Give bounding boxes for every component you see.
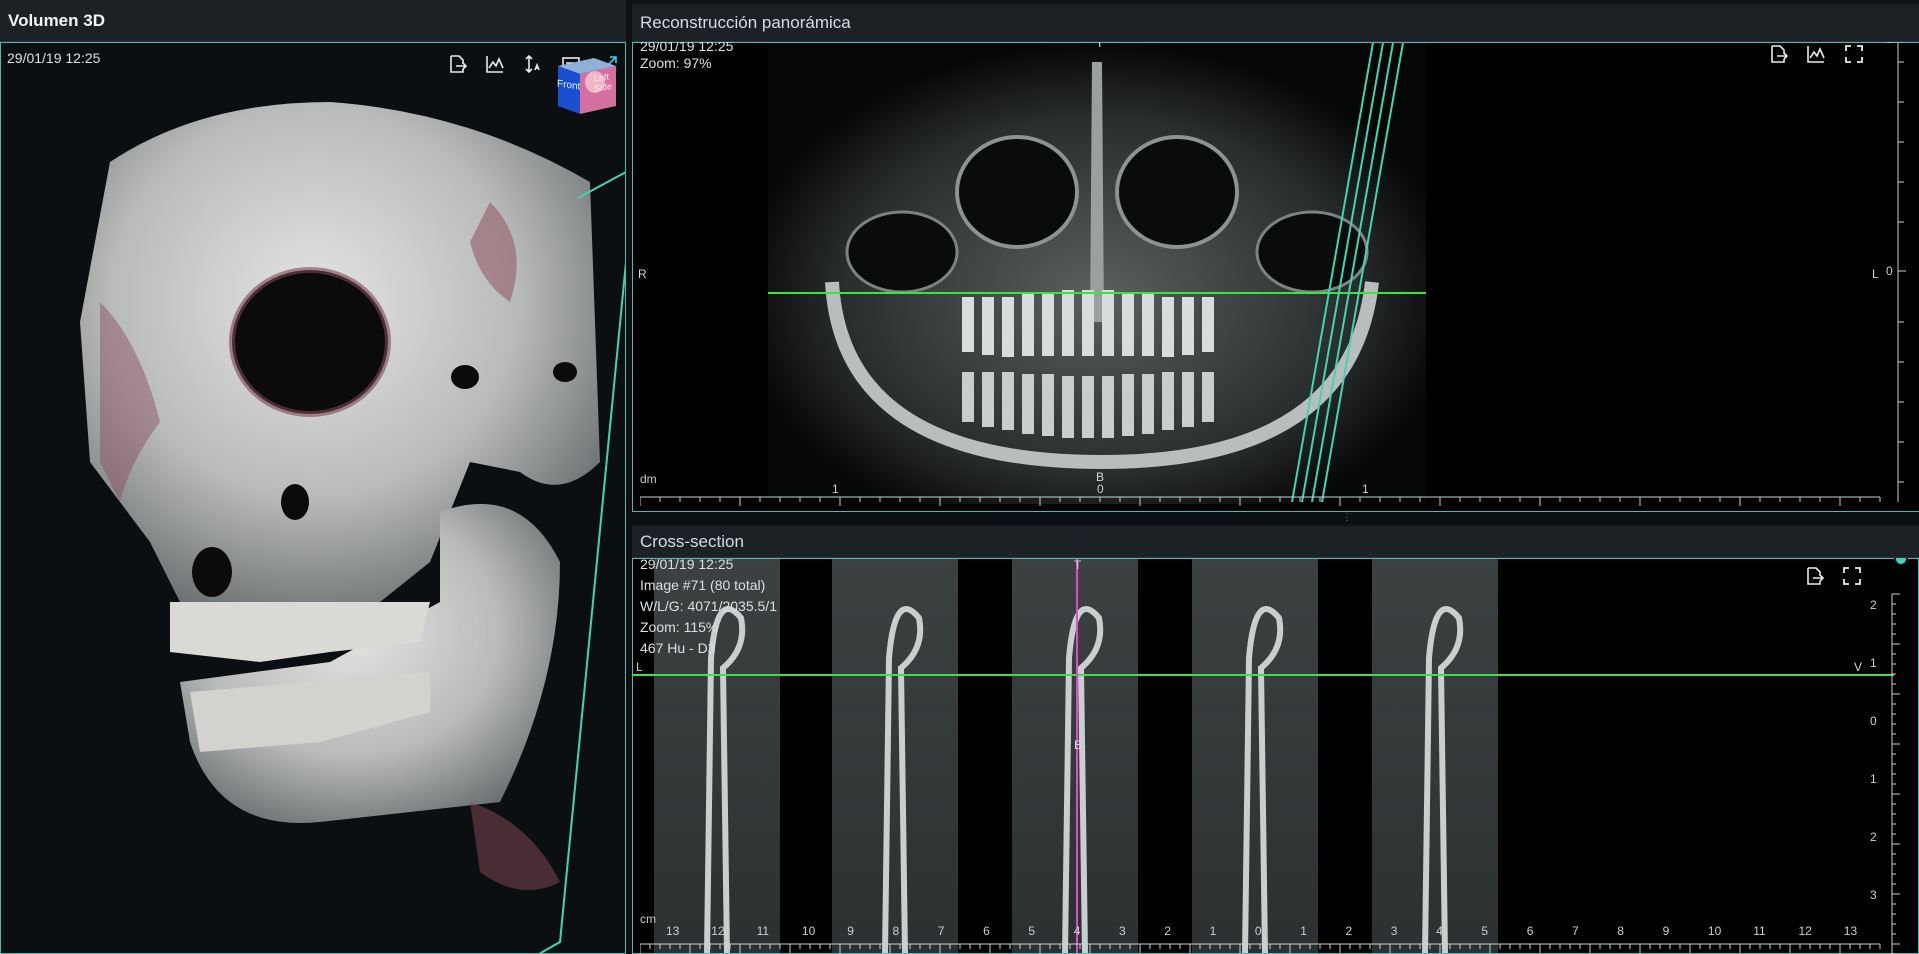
- export-icon[interactable]: [445, 52, 469, 76]
- cross-density: 467 Hu - D3: [640, 640, 716, 656]
- cross-section-info: 29/01/19 12:25 Image #71 (80 total) W/L/…: [640, 558, 777, 659]
- histogram-icon[interactable]: [483, 52, 507, 76]
- cross-tick-label: 11: [1753, 924, 1766, 938]
- cross-tick-label: 7: [937, 924, 945, 938]
- volume-3d-viewport[interactable]: 29/01/19 12:25 Front Left Side: [0, 42, 626, 954]
- cross-tick-label: 5: [1028, 924, 1036, 938]
- cross-unit: cm: [640, 912, 656, 926]
- pano-vertical-ruler: [1897, 42, 1906, 502]
- cross-window-level: W/L/G: 4071/2035.5/1: [640, 598, 777, 614]
- cross-section-title: Cross-section: [640, 531, 744, 551]
- pano-orient-left: R: [638, 267, 647, 281]
- cross-tick-label: 9: [847, 924, 854, 938]
- cross-tick-label: 1: [1300, 924, 1307, 938]
- volume-3d-header: Volumen 3D: [0, 0, 626, 42]
- cross-orient-right: V: [1854, 660, 1863, 674]
- cross-vtick-label: 2: [1870, 598, 1877, 612]
- cross-vtick-label: 1: [1870, 772, 1877, 786]
- pano-horizontal-ruler: [640, 496, 1881, 506]
- cross-tick-label: 13: [666, 924, 680, 938]
- panoramic-header: Reconstrucción panorámica: [632, 4, 1919, 42]
- cross-tick-label: 4: [1436, 924, 1443, 938]
- cross-tick-label: 11: [756, 924, 770, 938]
- cross-tick-label: 0: [1254, 924, 1262, 938]
- cross-tick-label: 3: [1390, 924, 1398, 938]
- cross-tick-label: 8: [1617, 924, 1624, 938]
- cross-tick-label: 4: [1073, 924, 1081, 938]
- cross-vertical-ruler: [1891, 593, 1900, 954]
- cross-tick-label: 8: [892, 924, 900, 938]
- cross-orient-left: L: [636, 660, 643, 674]
- cross-tick-label: 10: [801, 924, 816, 938]
- pano-right-zero: 0: [1886, 264, 1893, 278]
- cross-vtick-label: 2: [1870, 830, 1877, 844]
- cross-horizontal-ruler: [640, 943, 1881, 953]
- volume-3d-panel: Volumen 3D 29/01/19 12:25 Front Left Sid…: [0, 0, 626, 954]
- panoramic-viewport[interactable]: 29/01/19 12:25 Zoom: 97% T B R L 0 dm 1 …: [632, 42, 1919, 512]
- fullscreen-icon[interactable]: [1842, 42, 1866, 66]
- horizontal-splitter[interactable]: ⋮: [632, 512, 1919, 524]
- histogram-icon[interactable]: [1804, 42, 1828, 66]
- pano-right-unit: dm: [1886, 42, 1903, 46]
- cross-vtick-label: 0: [1870, 714, 1877, 728]
- cross-tick-label: 1: [1209, 924, 1217, 938]
- cross-tick-label: 6: [983, 924, 990, 938]
- cross-image-index: Image #71 (80 total): [640, 577, 766, 593]
- skull-render: [80, 102, 626, 954]
- cross-tick-label: 7: [1572, 924, 1579, 938]
- cross-tick-label: 12: [1798, 924, 1812, 938]
- pano-unit: dm: [640, 472, 657, 486]
- cross-tick-label: 3: [1119, 924, 1126, 938]
- cross-tick-label: 5: [1481, 924, 1489, 938]
- cube-side-label: Left Side: [594, 71, 613, 94]
- panoramic-zoom: Zoom: 97%: [640, 55, 712, 71]
- cross-section-panel: Cross-section 29/01/19 12:25 Image #71 (…: [632, 524, 1919, 954]
- volume-3d-timestamp: 29/01/19 12:25: [7, 50, 101, 66]
- cross-timestamp: 29/01/19 12:25: [640, 558, 734, 572]
- pano-orient-top: T: [1096, 42, 1104, 50]
- panoramic-title: Reconstrucción panorámica: [640, 12, 851, 32]
- cross-section-images: [632, 558, 1894, 954]
- cross-section-viewport[interactable]: 29/01/19 12:25 Image #71 (80 total) W/L/…: [632, 558, 1919, 954]
- volume-3d-title: Volumen 3D: [8, 10, 105, 30]
- panoramic-image: [768, 42, 1426, 504]
- cross-orient-top: T: [1074, 558, 1082, 572]
- export-icon[interactable]: [1766, 42, 1790, 66]
- pano-tick-label: 0: [1097, 482, 1104, 496]
- pano-orient-right: L: [1872, 267, 1879, 281]
- cross-tick-label: 13: [1843, 924, 1858, 938]
- pano-tick-label: 1: [832, 482, 839, 496]
- cross-section-header: Cross-section: [632, 526, 1919, 558]
- cross-section-toolbar: [1802, 564, 1864, 588]
- cross-zoom: Zoom: 115%: [640, 619, 719, 635]
- cross-orient-bottom: B: [1074, 738, 1083, 752]
- cross-tick-label: 9: [1662, 924, 1670, 938]
- splitter-grip-icon: ⋮: [1342, 512, 1352, 523]
- cross-tick-label: 10: [1707, 924, 1722, 938]
- cross-vtick-label: 1: [1870, 656, 1877, 670]
- view-orientation-cube-widget[interactable]: Front Left Side: [550, 52, 620, 118]
- panoramic-panel: Reconstrucción panorámica 29/01/19 12:25…: [632, 0, 1919, 512]
- cross-tick-label: 12: [711, 924, 725, 938]
- panoramic-toolbar: [1766, 42, 1866, 66]
- window-level-icon[interactable]: [521, 52, 545, 76]
- cross-tick-label: 6: [1526, 924, 1534, 938]
- export-icon[interactable]: [1802, 564, 1826, 588]
- cross-vtick-label: 3: [1870, 888, 1877, 902]
- pano-tick-label: 1: [1362, 482, 1369, 496]
- fullscreen-icon[interactable]: [1840, 564, 1864, 588]
- cross-tick-label: 2: [1345, 924, 1353, 938]
- cross-tick-label: 2: [1164, 924, 1171, 938]
